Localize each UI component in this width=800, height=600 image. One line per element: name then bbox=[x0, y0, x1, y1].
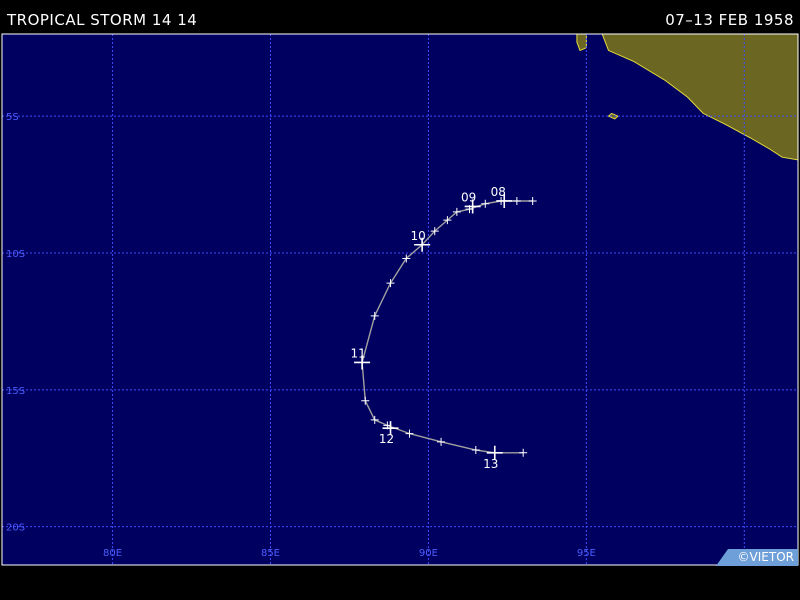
lon-label-90E: 90E bbox=[419, 548, 438, 559]
credit-badge: ©VIETOR bbox=[716, 549, 798, 566]
storm-title: TROPICAL STORM 14 14 bbox=[7, 11, 198, 29]
lat-label-20S: 20S bbox=[6, 523, 25, 534]
day-label-10: 10 bbox=[410, 229, 425, 243]
date-range: 07–13 FEB 1958 bbox=[665, 11, 794, 29]
lon-label-95E: 95E bbox=[577, 548, 596, 559]
lat-label-15S: 15S bbox=[6, 386, 25, 397]
storm-track-map: 80E85E90E95E100E5S10S15S20S 080910111213 bbox=[1, 33, 799, 566]
day-label-09: 09 bbox=[461, 190, 476, 204]
lon-label-85E: 85E bbox=[261, 548, 280, 559]
day-label-13: 13 bbox=[483, 457, 498, 471]
day-label-08: 08 bbox=[491, 185, 506, 199]
ocean-background bbox=[2, 34, 798, 565]
lat-label-10S: 10S bbox=[6, 249, 25, 260]
day-label-12: 12 bbox=[379, 432, 394, 446]
lat-label-5S: 5S bbox=[6, 112, 19, 123]
lon-label-80E: 80E bbox=[103, 548, 122, 559]
day-label-11: 11 bbox=[350, 346, 365, 360]
